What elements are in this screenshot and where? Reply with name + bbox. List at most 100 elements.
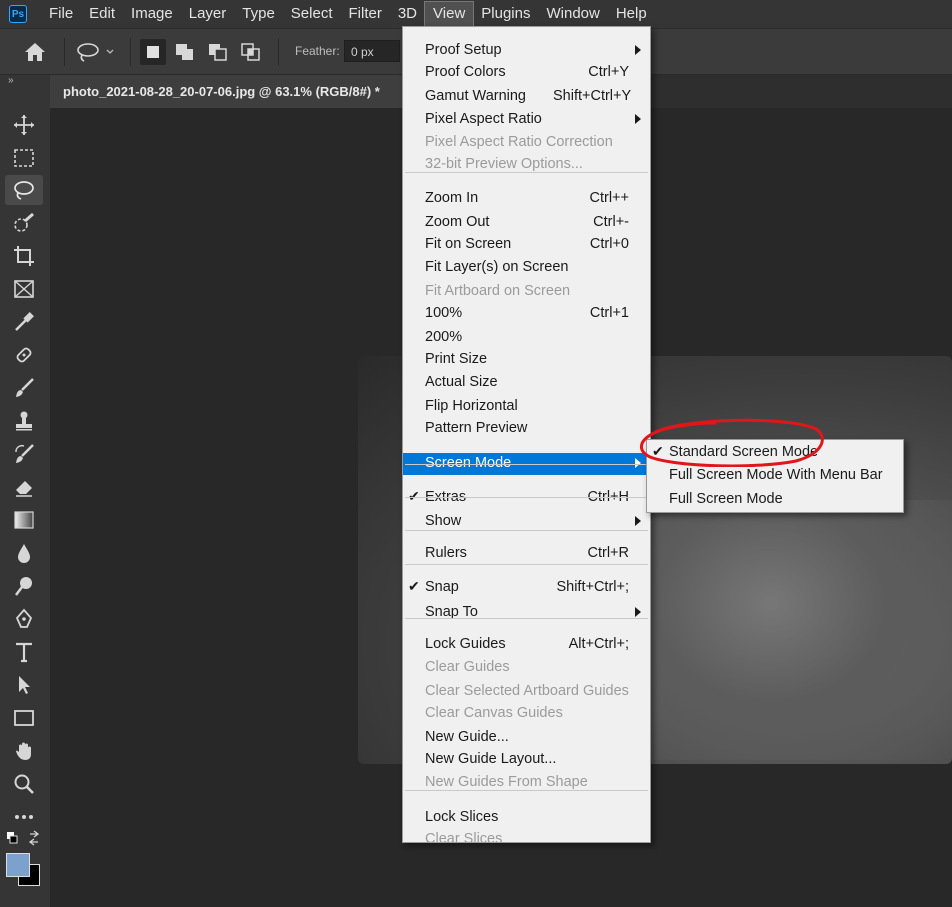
view-menu-item[interactable]: 100% Ctrl+1 bbox=[403, 303, 650, 325]
view-menu-item-label: 200% bbox=[425, 329, 463, 345]
history-brush-tool-icon[interactable] bbox=[5, 439, 43, 469]
add-to-selection-icon[interactable] bbox=[172, 39, 198, 65]
screen-mode-item-label: Full Screen Mode bbox=[669, 491, 783, 507]
menu-3d[interactable]: 3D bbox=[390, 2, 425, 26]
zoom-tool-icon[interactable] bbox=[5, 769, 43, 799]
view-menu-item[interactable]: Proof Colors Ctrl+Y bbox=[403, 62, 650, 84]
screen-mode-item[interactable]: Full Screen Mode bbox=[647, 489, 903, 511]
view-menu-item[interactable]: Lock Guides Alt+Ctrl+; bbox=[403, 634, 650, 656]
healing-brush-tool-icon[interactable] bbox=[5, 340, 43, 370]
collapse-toolbar-icon[interactable]: » bbox=[8, 75, 14, 86]
eraser-tool-icon[interactable] bbox=[5, 472, 43, 502]
path-selection-tool-icon[interactable] bbox=[5, 670, 43, 700]
feather-input[interactable]: 0 px bbox=[344, 40, 400, 62]
view-menu-item-label: New Guides From Shape bbox=[425, 774, 588, 790]
view-menu-item-label: Pattern Preview bbox=[425, 420, 528, 436]
view-menu-item[interactable]: New Guide... bbox=[403, 727, 650, 749]
document-tab[interactable]: photo_2021-08-28_20-07-06.jpg @ 63.1% (R… bbox=[50, 75, 410, 108]
submenu-arrow-icon bbox=[635, 607, 641, 617]
view-menu-item-label: New Guide Layout... bbox=[425, 751, 557, 767]
view-menu-item[interactable]: ✔ Extras Ctrl+H bbox=[403, 487, 650, 509]
home-icon[interactable] bbox=[22, 39, 48, 65]
default-colors-icon[interactable] bbox=[5, 827, 43, 849]
subtract-from-selection-icon[interactable] bbox=[205, 39, 231, 65]
menu-type[interactable]: Type bbox=[234, 2, 283, 26]
eyedropper-tool-icon[interactable] bbox=[5, 307, 43, 337]
new-selection-icon[interactable] bbox=[140, 39, 166, 65]
view-menu-item[interactable]: 200% bbox=[403, 327, 650, 349]
menu-help[interactable]: Help bbox=[608, 2, 655, 26]
view-menu-item-label: Clear Canvas Guides bbox=[425, 705, 563, 721]
view-menu-item-label: 32-bit Preview Options... bbox=[425, 156, 583, 172]
rectangle-tool-icon[interactable] bbox=[5, 703, 43, 733]
view-menu-item[interactable]: Snap To bbox=[403, 602, 650, 624]
menu-view[interactable]: View bbox=[424, 1, 475, 27]
menu-window[interactable]: Window bbox=[538, 2, 607, 26]
view-menu-item-label: Zoom Out bbox=[425, 214, 490, 230]
view-menu-item[interactable]: Zoom Out Ctrl+- bbox=[403, 212, 650, 234]
view-menu-item[interactable]: Flip Horizontal bbox=[403, 396, 650, 418]
view-menu-item[interactable]: Pixel Aspect Ratio bbox=[403, 109, 650, 131]
screen-mode-item-label: Standard Screen Mode bbox=[669, 444, 819, 460]
screen-mode-item[interactable]: Full Screen Mode With Menu Bar bbox=[647, 465, 903, 487]
menu-file[interactable]: File bbox=[41, 2, 81, 26]
view-menu-item-label: Print Size bbox=[425, 351, 488, 367]
menu-image[interactable]: Image bbox=[123, 2, 181, 26]
type-tool-icon[interactable] bbox=[5, 637, 43, 667]
view-menu-item-label: Gamut Warning bbox=[425, 88, 526, 104]
view-menu-item-label: Proof Setup bbox=[425, 42, 502, 58]
lasso-preset-icon[interactable] bbox=[74, 39, 114, 65]
menu-edit[interactable]: Edit bbox=[81, 2, 123, 26]
brush-tool-icon[interactable] bbox=[5, 373, 43, 403]
document-image-highlight bbox=[650, 500, 952, 760]
pen-tool-icon[interactable] bbox=[5, 604, 43, 634]
view-menu-item-label: Screen Mode bbox=[425, 455, 512, 471]
view-menu-item[interactable]: Lock Slices bbox=[403, 807, 650, 829]
menu-separator bbox=[405, 618, 648, 619]
menu-separator bbox=[405, 790, 648, 791]
tools-panel: » bbox=[0, 75, 51, 907]
marquee-tool-icon[interactable] bbox=[5, 143, 43, 173]
view-menu-item: Clear Slices bbox=[403, 829, 650, 851]
view-menu-item[interactable]: Proof Setup bbox=[403, 40, 650, 62]
lasso-tool-icon[interactable] bbox=[5, 175, 43, 205]
menu-separator bbox=[405, 172, 648, 173]
view-menu-item-label: Zoom In bbox=[425, 190, 479, 206]
screen-mode-item[interactable]: ✔ Standard Screen Mode bbox=[647, 442, 903, 464]
view-menu-item[interactable]: Rulers Ctrl+R bbox=[403, 543, 650, 565]
view-menu-item-label: Show bbox=[425, 513, 462, 529]
quick-selection-tool-icon[interactable] bbox=[5, 208, 43, 238]
crop-tool-icon[interactable] bbox=[5, 241, 43, 271]
view-menu-item-label: Clear Selected Artboard Guides bbox=[425, 683, 629, 699]
menu-select[interactable]: Select bbox=[283, 2, 341, 26]
move-tool-icon[interactable] bbox=[5, 110, 43, 140]
view-menu-item[interactable]: Print Size bbox=[403, 349, 650, 371]
dodge-tool-icon[interactable] bbox=[5, 571, 43, 601]
foreground-color-swatch[interactable] bbox=[6, 853, 30, 877]
menu-filter[interactable]: Filter bbox=[341, 2, 390, 26]
view-menu-item[interactable]: Zoom In Ctrl++ bbox=[403, 188, 650, 210]
view-menu-item-shortcut: Ctrl+- bbox=[593, 214, 629, 230]
view-menu-item[interactable]: New Guide Layout... bbox=[403, 749, 650, 771]
intersect-selection-icon[interactable] bbox=[238, 39, 264, 65]
clone-stamp-tool-icon[interactable] bbox=[5, 406, 43, 436]
gradient-tool-icon[interactable] bbox=[5, 505, 43, 535]
view-menu-item[interactable]: Fit Layer(s) on Screen bbox=[403, 257, 650, 279]
view-menu-item: Fit Artboard on Screen bbox=[403, 281, 650, 303]
view-menu-item[interactable]: Fit on Screen Ctrl+0 bbox=[403, 234, 650, 256]
submenu-arrow-icon bbox=[635, 114, 641, 124]
view-menu-item[interactable]: ✔ Snap Shift+Ctrl+; bbox=[403, 577, 650, 599]
view-menu-item[interactable]: Actual Size bbox=[403, 372, 650, 394]
view-menu-item[interactable]: Gamut Warning Shift+Ctrl+Y bbox=[403, 86, 650, 108]
view-menu-item-label: Clear Guides bbox=[425, 659, 510, 675]
frame-tool-icon[interactable] bbox=[5, 274, 43, 304]
menu-plugins[interactable]: Plugins bbox=[473, 2, 538, 26]
blur-tool-icon[interactable] bbox=[5, 538, 43, 568]
feather-label: Feather: bbox=[295, 44, 340, 58]
view-menu-item-shortcut: Shift+Ctrl+Y bbox=[553, 88, 632, 104]
view-menu-item[interactable]: Pattern Preview bbox=[403, 418, 650, 440]
hand-tool-icon[interactable] bbox=[5, 736, 43, 766]
submenu-arrow-icon bbox=[635, 458, 641, 468]
menu-layer[interactable]: Layer bbox=[181, 2, 235, 26]
view-menu-item-shortcut: Ctrl+Y bbox=[588, 64, 629, 80]
